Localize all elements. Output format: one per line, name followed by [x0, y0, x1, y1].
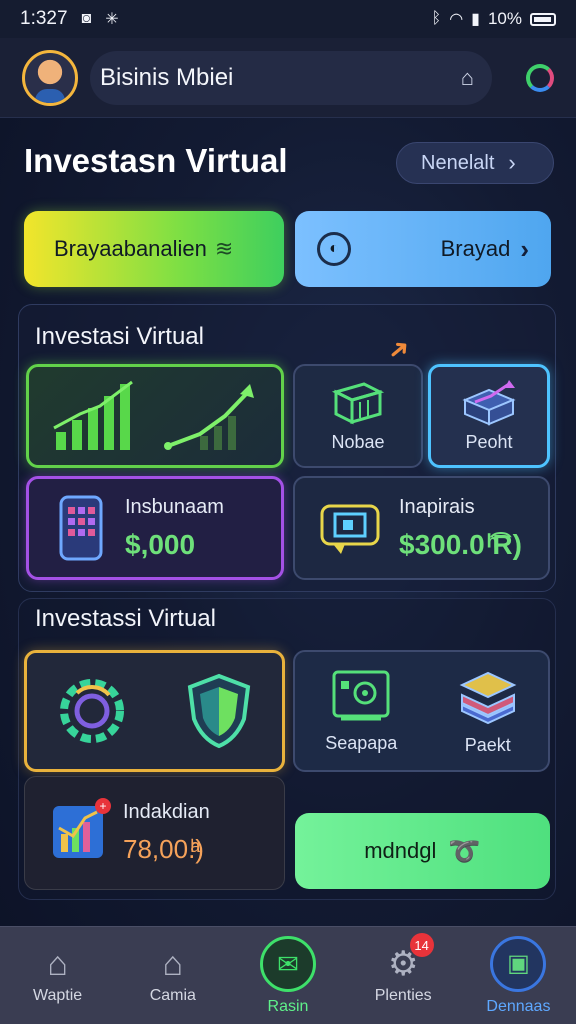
packet-card-label: Paekt [464, 734, 511, 755]
safe-card[interactable]: Seapapa Paekt [293, 650, 550, 772]
inspiration-label: Inapirais [399, 495, 475, 518]
box-icon [331, 381, 385, 424]
security-card[interactable] [24, 650, 285, 772]
box-card[interactable]: Nobae [293, 364, 423, 468]
home-icon: ⌂ [47, 944, 68, 983]
growth-chart-card[interactable] [26, 364, 284, 468]
nav-item-store[interactable]: ⌂ Camia [115, 927, 230, 1024]
next-button[interactable]: Nenelalt › [396, 142, 554, 184]
nav-label: Waptie [33, 986, 83, 1004]
cube-arrow-icon [462, 379, 516, 425]
chat-icon: ✉ [260, 935, 316, 992]
arrow-right-icon: › [520, 233, 529, 264]
status-time: 1:327 [20, 8, 68, 29]
notification-badge: 14 [409, 933, 434, 957]
app-header: Bisinis Mbiei ⌂ [0, 38, 576, 118]
inspiration-amount: $300.0 ͪ͡R) [399, 528, 522, 560]
cube-card-label: Peoht [465, 431, 513, 452]
gear-gauge-icon [59, 679, 124, 743]
lock-icon[interactable]: ⌂ [461, 65, 474, 91]
primary-action-button[interactable]: Brayaabanalien ≋ [24, 211, 284, 287]
camera-notification-icon: ◙ [81, 10, 92, 27]
instrument-card[interactable]: Insbunaam $,000 [26, 476, 284, 580]
inspiration-card[interactable]: Inapirais $300.0 ͪ͡R) [293, 476, 550, 580]
signal-icon: ▮ [471, 11, 480, 28]
battery-percent: 10% [487, 9, 522, 28]
cube-card[interactable]: Peoht [428, 364, 550, 468]
cta-button[interactable]: mdndgl ➰ [295, 813, 550, 889]
safe-card-label: Seapapa [325, 732, 398, 753]
indicator-amount: 78,00.ͪͣ) [123, 834, 204, 864]
section-2-title: Investassi Virtual [35, 605, 216, 632]
nav-label: Rasin [267, 997, 309, 1015]
monitor-icon [320, 504, 380, 554]
cta-label: mdndgl [364, 838, 437, 863]
nav-label: Plenties [374, 986, 432, 1004]
wifi-icon: ◠ [449, 11, 464, 28]
instrument-amount: $,000 [125, 528, 196, 560]
battery-icon [530, 12, 556, 26]
indicator-label: Indakdian [123, 801, 210, 823]
bluetooth-icon: ᛒ [431, 10, 442, 27]
store-icon: ⌂ [162, 944, 184, 983]
globe-icon: ◐ [317, 232, 351, 266]
shield-icon [188, 673, 251, 749]
bottom-nav: ⌂ Waptie ⌂ Camia ✉ Rasin ⚙ 14 Plenties ▣… [0, 926, 576, 1024]
chevron-right-icon: › [508, 150, 516, 175]
stacked-layers-icon [459, 671, 517, 724]
nav-label: Dennaas [486, 997, 551, 1015]
nav-item-home[interactable]: ⌂ Waptie [0, 927, 115, 1024]
indicator-card[interactable]: + Indakdian 78,00.ͪͣ) [24, 776, 285, 890]
nav-item-settings[interactable]: ⚙ 14 Plenties [346, 927, 461, 1024]
wallet-icon: ▣ [490, 935, 547, 992]
chart-app-icon: + [51, 797, 111, 865]
page-title: Investasn Virtual [24, 142, 288, 179]
nav-item-chat[interactable]: ✉ Rasin [230, 927, 345, 1024]
status-bar: 1:327 ◙ ✳ ᛒ ◠ ▮ 10% [0, 0, 576, 38]
safe-icon [332, 670, 390, 720]
header-title-bar[interactable]: Bisinis Mbiei ⌂ [90, 50, 492, 105]
swirl-arrow-icon: ➰ [448, 835, 481, 866]
brand-logo-icon[interactable] [526, 63, 554, 92]
secondary-action-label: Brayad [440, 236, 511, 261]
secondary-action-button[interactable]: ◐ Brayad › [295, 211, 551, 287]
header-title: Bisinis Mbiei [100, 63, 234, 91]
pinwheel-notification-icon: ✳ [105, 11, 119, 28]
primary-action-label: Brayaabanalien [54, 236, 207, 261]
section-1-title: Investasi Virtual [35, 323, 204, 350]
bar-growth-icon [53, 380, 254, 450]
instrument-label: Insbunaam [125, 495, 224, 518]
avatar[interactable] [22, 49, 78, 106]
next-button-label: Nenelalt [421, 151, 495, 174]
phone-icon [59, 495, 103, 561]
nav-label: Camia [149, 986, 196, 1004]
notification-dot: + [95, 797, 111, 814]
menu-lines-icon: ≋ [214, 236, 234, 261]
box-card-label: Nobae [331, 431, 385, 452]
nav-item-wallet[interactable]: ▣ Dennaas [461, 927, 576, 1024]
